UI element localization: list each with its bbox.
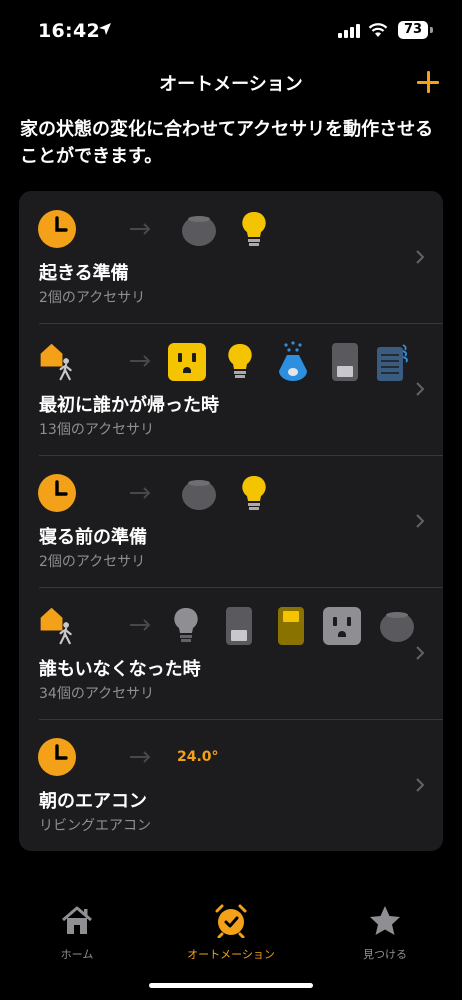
star-icon (370, 906, 400, 935)
lightbulb-on-icon (223, 341, 257, 383)
home-indicator[interactable] (149, 983, 313, 988)
air-purifier-icon (373, 341, 413, 383)
page-description: 家の状態の変化に合わせてアクセサリを動作させることができます。 (20, 119, 434, 167)
arrive-home-icon (40, 343, 72, 381)
homepod-mini-icon (377, 605, 417, 647)
tab-automation[interactable]: オートメーション (171, 904, 291, 962)
tab-home[interactable]: ホーム (17, 904, 137, 962)
automation-title: 誰もいなくなった時 (39, 659, 201, 680)
automation-row-first-arrive[interactable]: 最初に誰かが帰った時 13個のアクセサリ (19, 323, 443, 455)
chevron-right-icon (416, 382, 425, 396)
automation-subtitle: 13個のアクセサリ (39, 422, 155, 438)
tab-discover[interactable]: 見つける (325, 904, 445, 962)
cellular-signal-icon (338, 24, 360, 38)
tab-label: ホーム (60, 948, 94, 961)
lightbulb-off-icon (169, 605, 203, 647)
automation-row-wake-up[interactable]: 起きる準備 2個のアクセサリ (19, 191, 443, 323)
tab-label: 見つける (363, 948, 407, 961)
row-icons: 24.0° (37, 737, 417, 781)
automation-list: 起きる準備 2個のアクセサリ 最初に誰かが帰った時 13個のアクセサリ 寝る前の… (19, 191, 443, 851)
humidifier-icon (273, 341, 313, 383)
homepod-mini-icon (179, 209, 219, 251)
status-time: 16:42 (38, 20, 100, 42)
automation-subtitle: 2個のアクセサリ (39, 290, 146, 306)
chevron-right-icon (416, 778, 425, 792)
row-icons (37, 605, 417, 649)
automation-title: 最初に誰かが帰った時 (39, 395, 219, 416)
arrow-right-icon (130, 487, 151, 499)
automation-subtitle: 2個のアクセサリ (39, 554, 146, 570)
status-bar: 16:42 73 (0, 0, 462, 56)
lightbulb-on-icon (237, 209, 271, 251)
switch-off-icon (327, 341, 363, 383)
clock-icon (38, 738, 76, 776)
leave-home-icon (40, 607, 72, 645)
clock-icon (38, 474, 76, 512)
chevron-right-icon (416, 250, 425, 264)
clock-icon (38, 210, 76, 248)
automation-subtitle: 34個のアクセサリ (39, 686, 155, 702)
switch-on-icon (273, 605, 309, 647)
automation-row-morning-aircon[interactable]: 24.0° 朝のエアコン リビングエアコン (19, 719, 443, 851)
wifi-icon (368, 23, 388, 37)
automation-row-before-bed[interactable]: 寝る前の準備 2個のアクセサリ (19, 455, 443, 587)
arrow-right-icon (130, 223, 151, 235)
battery-level: 73 (403, 22, 423, 37)
automation-row-everyone-leaves[interactable]: 誰もいなくなった時 34個のアクセサリ (19, 587, 443, 719)
arrow-right-icon (130, 619, 151, 631)
automation-subtitle: リビングエアコン (39, 818, 151, 834)
add-automation-button[interactable] (414, 68, 442, 96)
arrow-right-icon (130, 751, 151, 763)
smart-outlet-on-icon (165, 341, 209, 383)
smart-outlet-off-icon (321, 605, 363, 647)
battery-nub (430, 27, 433, 33)
page-title: オートメーション (159, 74, 303, 95)
chevron-right-icon (416, 514, 425, 528)
automation-title: 朝のエアコン (39, 791, 147, 812)
automation-title: 起きる準備 (39, 263, 129, 284)
row-icons (37, 209, 417, 253)
switch-off-icon (221, 605, 257, 647)
temperature-setting: 24.0° (177, 749, 219, 765)
house-icon (62, 906, 92, 934)
homepod-mini-icon (179, 473, 219, 515)
row-icons (37, 473, 417, 517)
row-icons (37, 341, 417, 385)
chevron-right-icon (416, 646, 425, 660)
tab-label: オートメーション (187, 948, 275, 961)
arrow-right-icon (130, 355, 151, 367)
automation-title: 寝る前の準備 (39, 527, 147, 548)
lightbulb-on-icon (237, 473, 271, 515)
location-arrow-icon (99, 23, 111, 35)
alarm-clock-icon (215, 904, 247, 938)
battery-icon: 73 (398, 21, 428, 39)
